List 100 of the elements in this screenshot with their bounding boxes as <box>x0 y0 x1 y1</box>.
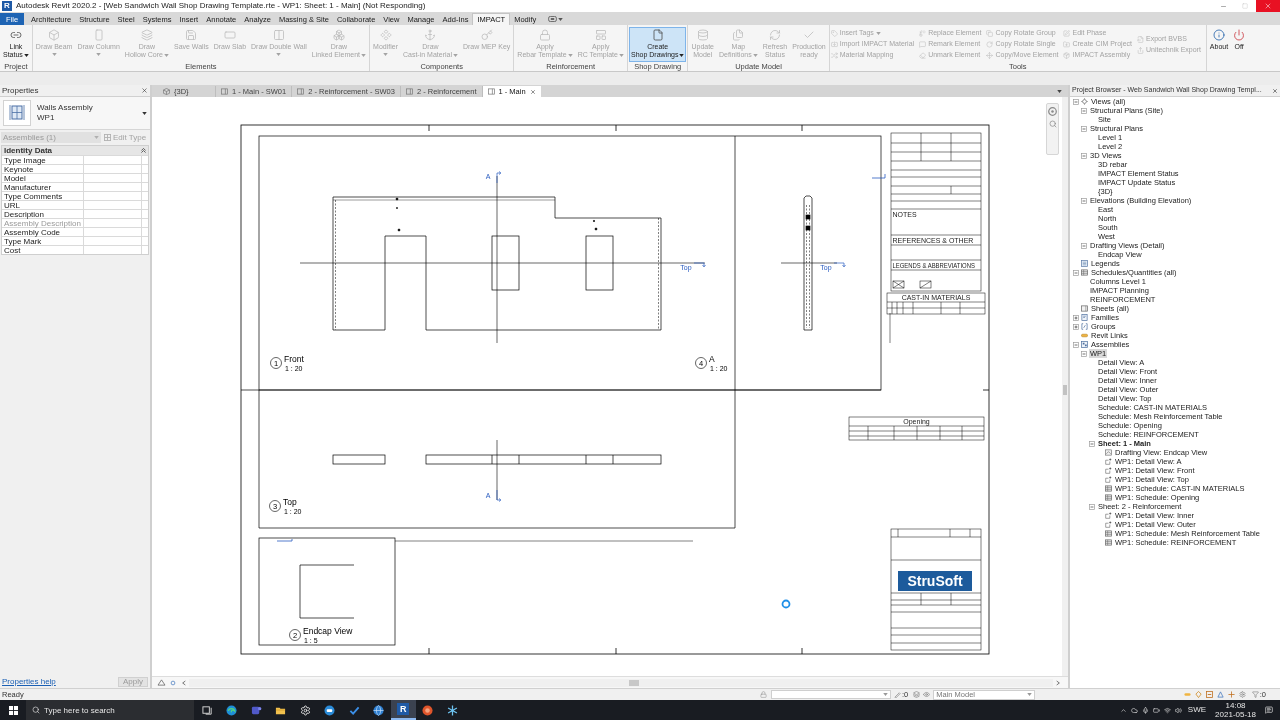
cloud-icon[interactable] <box>1130 706 1138 714</box>
square-plus-icon <box>1105 521 1112 528</box>
save-icon <box>185 29 198 41</box>
close-icon[interactable] <box>141 87 148 94</box>
clock-date: 2021-05-18 <box>1215 710 1256 719</box>
triangle-icon[interactable] <box>1216 691 1224 698</box>
square-plus-icon <box>1105 512 1112 519</box>
language-indicator[interactable]: SWE <box>1187 704 1207 716</box>
navigation-bar[interactable] <box>1046 103 1059 155</box>
section-arrow-icon <box>833 262 846 268</box>
speaker-icon[interactable] <box>1174 706 1182 714</box>
wheel-icon[interactable] <box>1048 107 1057 116</box>
zoom-icon[interactable] <box>1048 120 1057 128</box>
property-name: Cost <box>2 246 84 254</box>
panel-toggle-button[interactable] <box>548 13 564 25</box>
file-export-icon <box>1137 35 1144 43</box>
property-name: Manufacturer <box>2 183 84 191</box>
grid-frame-icon <box>3 100 31 126</box>
search-icon <box>32 706 40 714</box>
documents-icon <box>732 29 745 41</box>
panel-layout-icon <box>594 29 607 41</box>
triangle-icon[interactable] <box>157 679 166 686</box>
layers-icon[interactable] <box>913 691 921 698</box>
layers-icon <box>140 29 153 41</box>
horizontal-scrollbar[interactable] <box>189 678 1053 687</box>
document-icon <box>1081 314 1088 321</box>
app-logo: R <box>2 1 12 11</box>
caret-icon <box>142 111 147 115</box>
workset-dropdown[interactable] <box>771 690 891 699</box>
vertical-scrollbar[interactable] <box>1062 97 1068 676</box>
view-title: Endcap View <box>303 626 353 636</box>
replace-icon <box>919 30 927 37</box>
section-arrow-icon <box>496 489 502 502</box>
expand-icon[interactable] <box>1073 314 1079 321</box>
caret-icon <box>1027 693 1033 696</box>
settings-icon <box>299 704 311 716</box>
collapse-icon[interactable] <box>141 148 146 153</box>
sheet-icon <box>405 88 413 95</box>
double-panel-icon <box>272 29 285 41</box>
microphone-icon[interactable] <box>1141 706 1149 714</box>
power-icon <box>1233 29 1246 41</box>
circle-bar-app-icon <box>324 704 336 716</box>
property-name: Assembly Description <box>2 219 84 227</box>
tag-icon <box>830 30 838 37</box>
bracket-icon <box>1081 323 1088 330</box>
filter-icon[interactable] <box>1251 691 1259 698</box>
property-name: Type Image <box>2 156 84 164</box>
circle-icon[interactable] <box>170 679 176 686</box>
type-name: Walls Assembly <box>37 103 93 113</box>
table-icon <box>1105 494 1112 501</box>
share-icon <box>1137 46 1144 54</box>
square-minus-icon[interactable] <box>1205 691 1213 698</box>
maximize-icon <box>1242 3 1248 9</box>
chevron-up-icon[interactable] <box>1119 706 1127 714</box>
help-link[interactable]: Properties help <box>2 675 56 688</box>
expand-icon[interactable] <box>1073 323 1079 330</box>
lock-icon[interactable] <box>760 691 767 698</box>
notification-icon[interactable] <box>1265 706 1273 714</box>
settings-icon[interactable] <box>1238 691 1246 698</box>
pencil-icon[interactable] <box>894 691 901 698</box>
lock-icon <box>538 29 551 41</box>
taskbar-button[interactable]: R <box>391 700 416 720</box>
network-icon[interactable] <box>1163 706 1171 714</box>
scroll-right-icon[interactable] <box>1056 679 1060 686</box>
snowflake-icon <box>446 704 458 716</box>
search-field[interactable]: Type here to search <box>44 702 194 718</box>
property-name: Model <box>2 174 84 182</box>
grid-square-icon <box>104 134 111 141</box>
close-button[interactable] <box>1256 0 1280 12</box>
table-icon <box>1105 485 1112 492</box>
company-logo: StruSoft <box>898 571 972 591</box>
link-icon <box>9 29 22 41</box>
caret-icon <box>94 136 99 139</box>
search-box[interactable]: Type here to search <box>26 700 194 720</box>
battery-icon[interactable] <box>1152 706 1160 714</box>
eye-icon[interactable] <box>923 691 931 698</box>
property-name: Keynote <box>2 165 84 173</box>
table-icon <box>1105 530 1112 537</box>
sheet-icon <box>297 88 305 95</box>
scroll-left-icon[interactable] <box>182 679 186 686</box>
section-arrow-icon <box>693 262 706 268</box>
key-icon <box>480 29 493 41</box>
cube-icon <box>48 29 61 41</box>
file-icon <box>651 29 664 41</box>
rounded-rectangle-icon <box>223 29 236 41</box>
info-icon <box>1213 29 1225 41</box>
database-icon <box>696 29 709 41</box>
property-name: URL <box>2 201 84 209</box>
plus-icon[interactable] <box>1227 691 1235 698</box>
diamond-icon[interactable] <box>1194 691 1202 698</box>
close-icon[interactable] <box>529 88 536 95</box>
image-icon <box>1105 449 1112 456</box>
eraser-icon <box>919 52 927 59</box>
table-icon <box>1105 539 1112 546</box>
check-app-icon <box>348 704 360 716</box>
close-icon[interactable] <box>1272 87 1278 94</box>
list-icon <box>1081 260 1088 267</box>
panel-title: Properties <box>2 84 39 97</box>
globe-icon <box>373 704 385 716</box>
sheet-icon <box>1081 305 1088 312</box>
